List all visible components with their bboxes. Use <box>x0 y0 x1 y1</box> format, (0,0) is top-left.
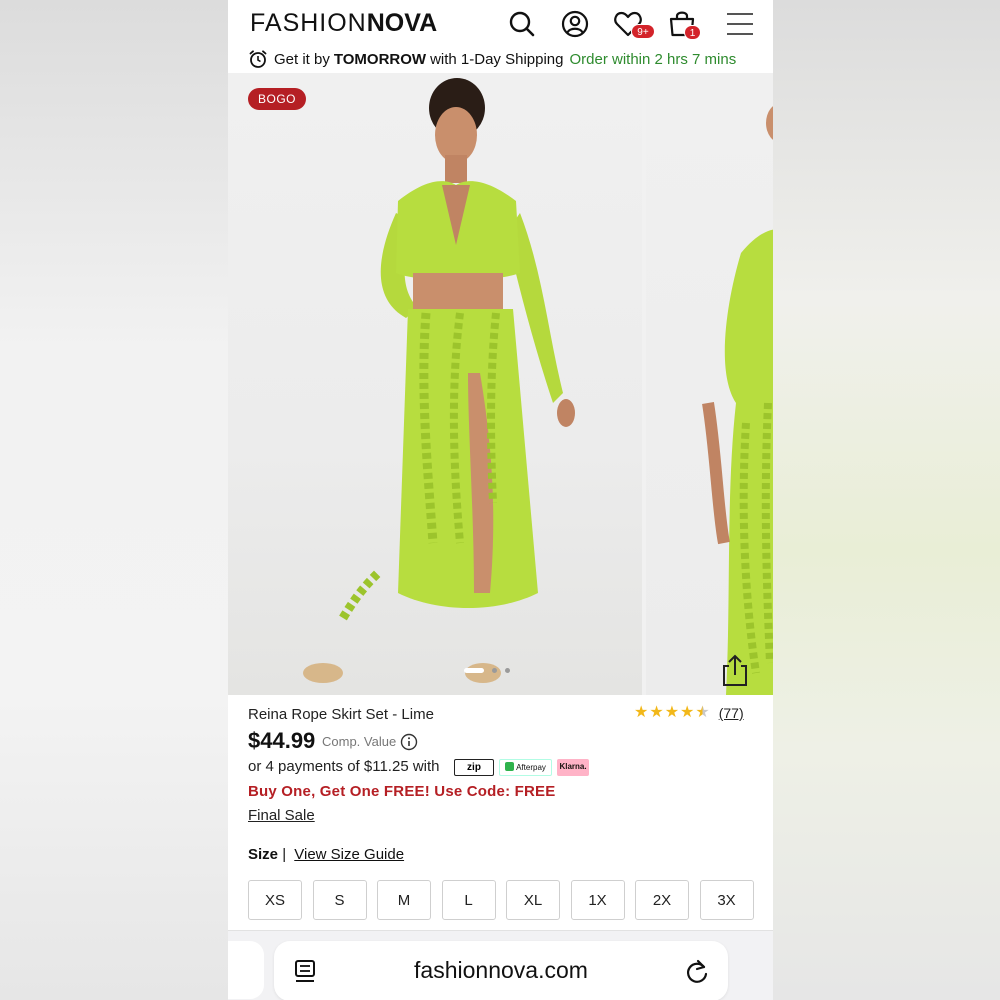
address-bar[interactable]: fashionnova.com <box>274 941 728 1000</box>
product-image-main[interactable]: BOGO <box>228 73 642 695</box>
shipping-highlight: TOMORROW <box>333 50 427 68</box>
carousel-dot[interactable] <box>492 668 497 673</box>
previous-tab-preview[interactable] <box>228 941 264 999</box>
afterpay-text: Afterpay <box>516 763 546 772</box>
cart-count-badge: 1 <box>684 25 701 40</box>
review-count-link[interactable]: (77) <box>719 705 744 721</box>
share-icon[interactable] <box>720 653 750 687</box>
klarna-logo[interactable]: Klarna. <box>557 759 589 776</box>
bogo-badge: BOGO <box>248 88 307 110</box>
installments-text: or 4 payments of $11.25 with <box>248 758 440 775</box>
carousel-dot-active[interactable] <box>464 668 484 673</box>
star-icon: ★ <box>680 704 695 721</box>
star-icon: ★ <box>634 704 649 721</box>
size-option-xl[interactable]: XL <box>506 880 560 920</box>
size-option-s[interactable]: S <box>312 880 367 920</box>
reload-icon[interactable] <box>684 957 710 985</box>
zip-logo[interactable]: zip <box>454 759 494 776</box>
background-left <box>0 0 228 1000</box>
model-lime-skirt-set-image <box>303 78 575 683</box>
search-icon[interactable] <box>506 8 538 40</box>
comp-value-label: Comp. Value <box>322 734 397 749</box>
star-rating[interactable]: ★ ★ ★ ★ ★ (77) <box>634 704 744 722</box>
wishlist-count-badge: 9+ <box>631 24 655 39</box>
size-option-l[interactable]: L <box>441 880 496 920</box>
carousel-pagination <box>464 668 510 673</box>
star-icon: ★ <box>649 704 664 721</box>
final-sale-link[interactable]: Final Sale <box>248 807 315 824</box>
product-image-next[interactable] <box>646 73 773 695</box>
hamburger-menu-icon[interactable] <box>724 8 756 40</box>
url-text: fashionnova.com <box>414 957 588 983</box>
promo-text: Buy One, Get One FREE! Use Code: FREE <box>248 783 556 800</box>
phone-screen: FASHIONNOVA 9+ 1 Get it by TOMORROW with… <box>228 0 773 1000</box>
fashion-nova-logo[interactable]: FASHIONNOVA <box>250 9 437 38</box>
afterpay-mark-icon <box>505 762 515 771</box>
size-option-xs[interactable]: XS <box>248 880 302 920</box>
afterpay-logo[interactable]: Afterpay <box>499 759 552 776</box>
size-guide-link[interactable]: View Size Guide <box>294 846 404 863</box>
size-option-1x[interactable]: 1X <box>570 880 625 920</box>
size-selector: XS S M L XL 1X 2X 3X <box>248 880 754 920</box>
half-star-icon: ★ <box>695 704 710 721</box>
size-option-3x[interactable]: 3X <box>699 880 754 920</box>
product-price: $44.99 <box>248 728 316 753</box>
shipping-countdown: Order within 2 hrs 7 mins <box>569 50 737 68</box>
shipping-banner: Get it by TOMORROW with 1-Day Shipping O… <box>248 48 736 70</box>
account-icon[interactable] <box>559 8 591 40</box>
product-name: Reina Rope Skirt Set - Lime <box>248 706 434 723</box>
size-separator: | <box>282 846 287 863</box>
alarm-clock-icon <box>249 50 267 68</box>
size-label: Size <box>248 846 279 863</box>
shipping-prefix: Get it by <box>274 50 330 68</box>
size-header: Size | View Size Guide <box>248 846 404 863</box>
logo-text-bold: NOVA <box>366 9 438 37</box>
carousel-dot[interactable] <box>505 668 510 673</box>
shipping-suffix: with 1-Day Shipping <box>430 50 564 68</box>
model-side-view-image <box>702 106 773 695</box>
site-header: FASHIONNOVA 9+ 1 <box>228 0 773 48</box>
size-option-m[interactable]: M <box>377 880 431 920</box>
star-icon: ★ <box>664 704 680 721</box>
product-image-gallery[interactable]: BOGO <box>228 73 773 695</box>
info-icon[interactable] <box>400 733 418 751</box>
background-right <box>773 0 1000 1000</box>
size-option-2x[interactable]: 2X <box>635 880 689 920</box>
logo-text-light: FASHION <box>250 9 367 37</box>
browser-bottom-bar: fashionnova.com <box>228 930 773 1000</box>
